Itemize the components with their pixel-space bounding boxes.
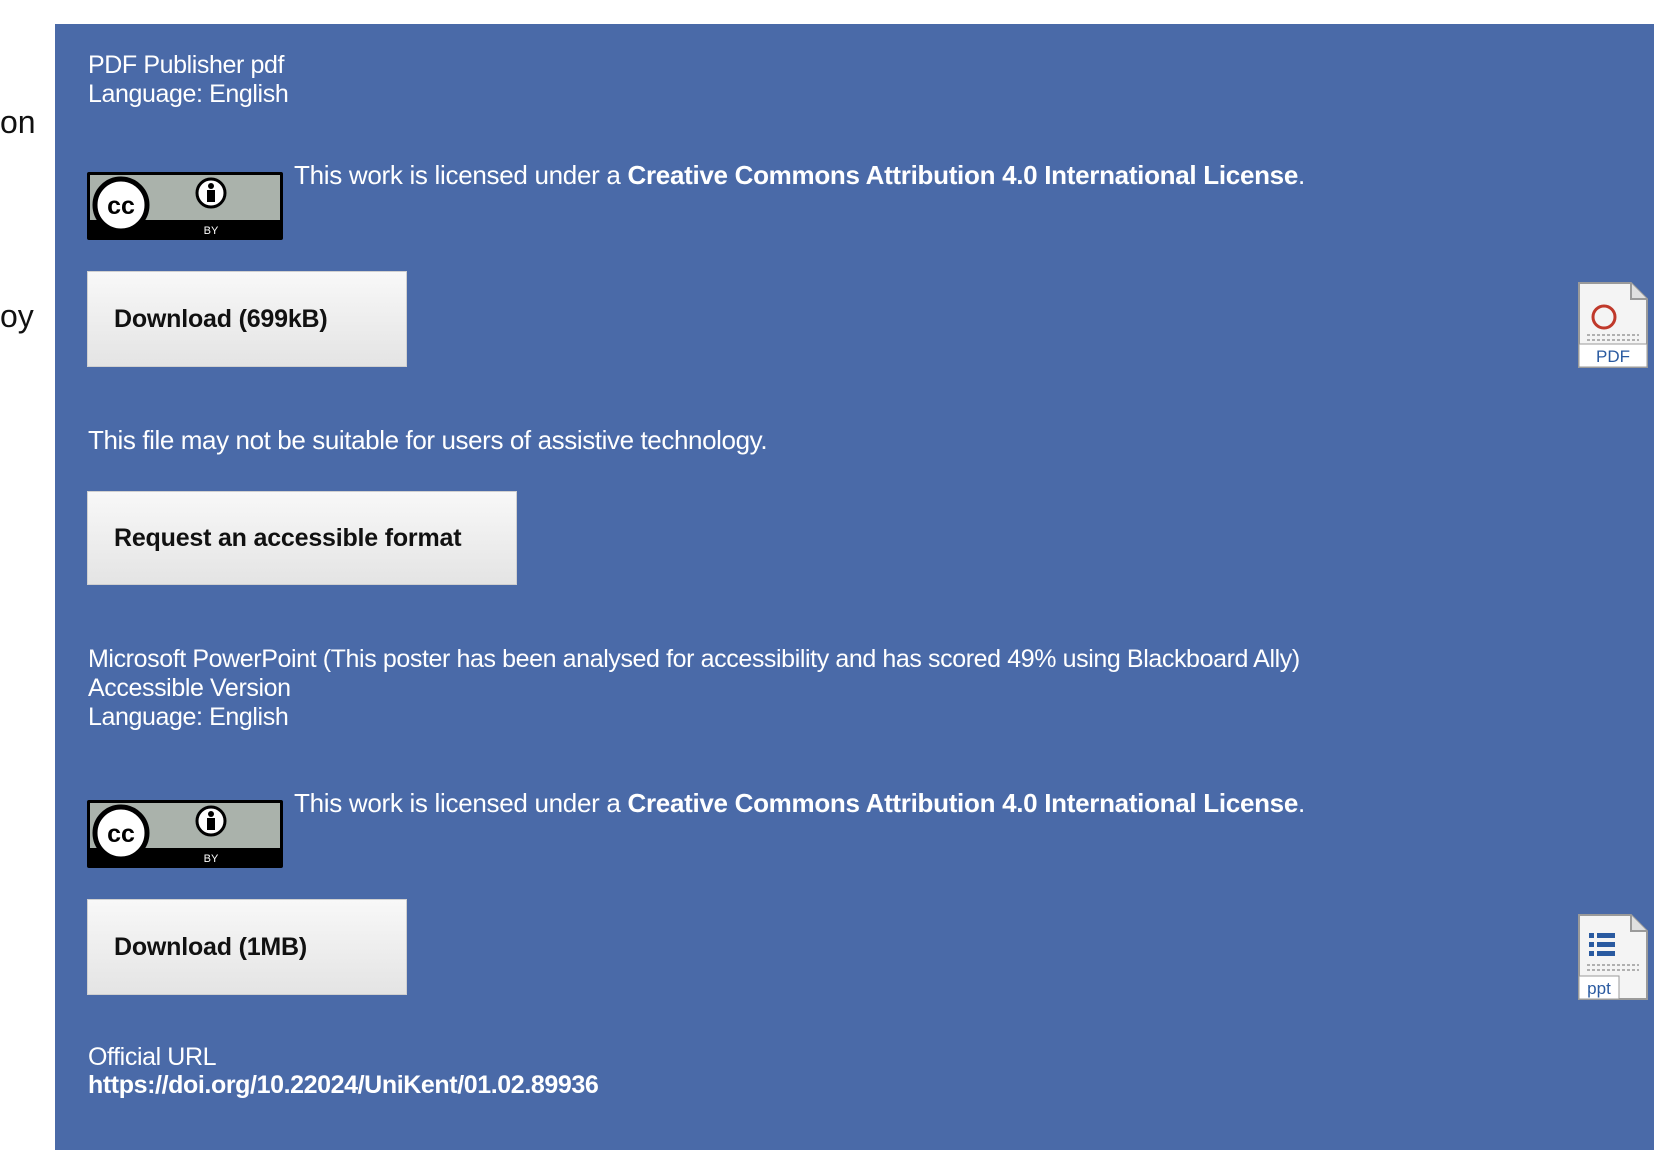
left-fragment-1: on bbox=[0, 104, 36, 140]
official-url-link[interactable]: https://doi.org/10.22024/UniKent/01.02.8… bbox=[88, 1071, 599, 1099]
by-glyph: BY bbox=[204, 225, 219, 237]
language-line: Language: English bbox=[88, 80, 289, 108]
license-link[interactable]: Creative Commons Attribution 4.0 Interna… bbox=[627, 160, 1298, 190]
cc-glyph: cc bbox=[107, 820, 135, 848]
license-prefix: This work is licensed under a bbox=[294, 160, 628, 190]
downloads-panel: PDF Publisher pdf Language: English cc B… bbox=[55, 24, 1654, 1150]
cc-by-icon: cc BY bbox=[92, 176, 227, 237]
left-text-fragment: oy bbox=[0, 296, 55, 336]
license-suffix: . bbox=[1298, 160, 1305, 190]
by-glyph: BY bbox=[204, 853, 219, 865]
cc-by-license-badge[interactable]: cc BY bbox=[87, 172, 283, 240]
version-line: Accessible Version bbox=[88, 674, 291, 702]
ppt-file-icon[interactable]: ppt bbox=[1577, 913, 1649, 1001]
cc-by-license-badge[interactable]: cc BY bbox=[87, 800, 283, 868]
pdf-icon-label: PDF bbox=[1596, 347, 1630, 366]
license-statement: This work is licensed under a Creative C… bbox=[294, 160, 1305, 190]
download-ppt-label: Download (1MB) bbox=[114, 932, 308, 961]
pdf-file-icon[interactable]: PDF bbox=[1577, 281, 1649, 369]
language-line: Language: English bbox=[88, 703, 289, 731]
download-pdf-label: Download (699kB) bbox=[114, 304, 328, 333]
request-accessible-format-button[interactable]: Request an accessible format bbox=[87, 491, 517, 585]
license-prefix: This work is licensed under a bbox=[294, 788, 628, 818]
official-url-label: Official URL bbox=[88, 1043, 217, 1071]
license-statement: This work is licensed under a Creative C… bbox=[294, 788, 1305, 818]
left-text-fragment: on bbox=[0, 102, 55, 142]
license-link[interactable]: Creative Commons Attribution 4.0 Interna… bbox=[627, 788, 1298, 818]
download-pdf-button[interactable]: Download (699kB) bbox=[87, 271, 407, 367]
format-line: Microsoft PowerPoint (This poster has be… bbox=[88, 645, 1300, 673]
cc-glyph: cc bbox=[107, 192, 135, 220]
cc-by-icon: cc BY bbox=[92, 804, 227, 865]
request-accessible-label: Request an accessible format bbox=[114, 523, 462, 552]
license-suffix: . bbox=[1298, 788, 1305, 818]
ppt-icon-label: ppt bbox=[1587, 979, 1611, 998]
download-ppt-button[interactable]: Download (1MB) bbox=[87, 899, 407, 995]
left-fragment-2: oy bbox=[0, 298, 34, 334]
publisher-line: PDF Publisher pdf bbox=[88, 51, 285, 79]
page: on oy PDF Publisher pdf Language: Englis… bbox=[0, 0, 1654, 1150]
accessibility-notice: This file may not be suitable for users … bbox=[88, 425, 768, 455]
